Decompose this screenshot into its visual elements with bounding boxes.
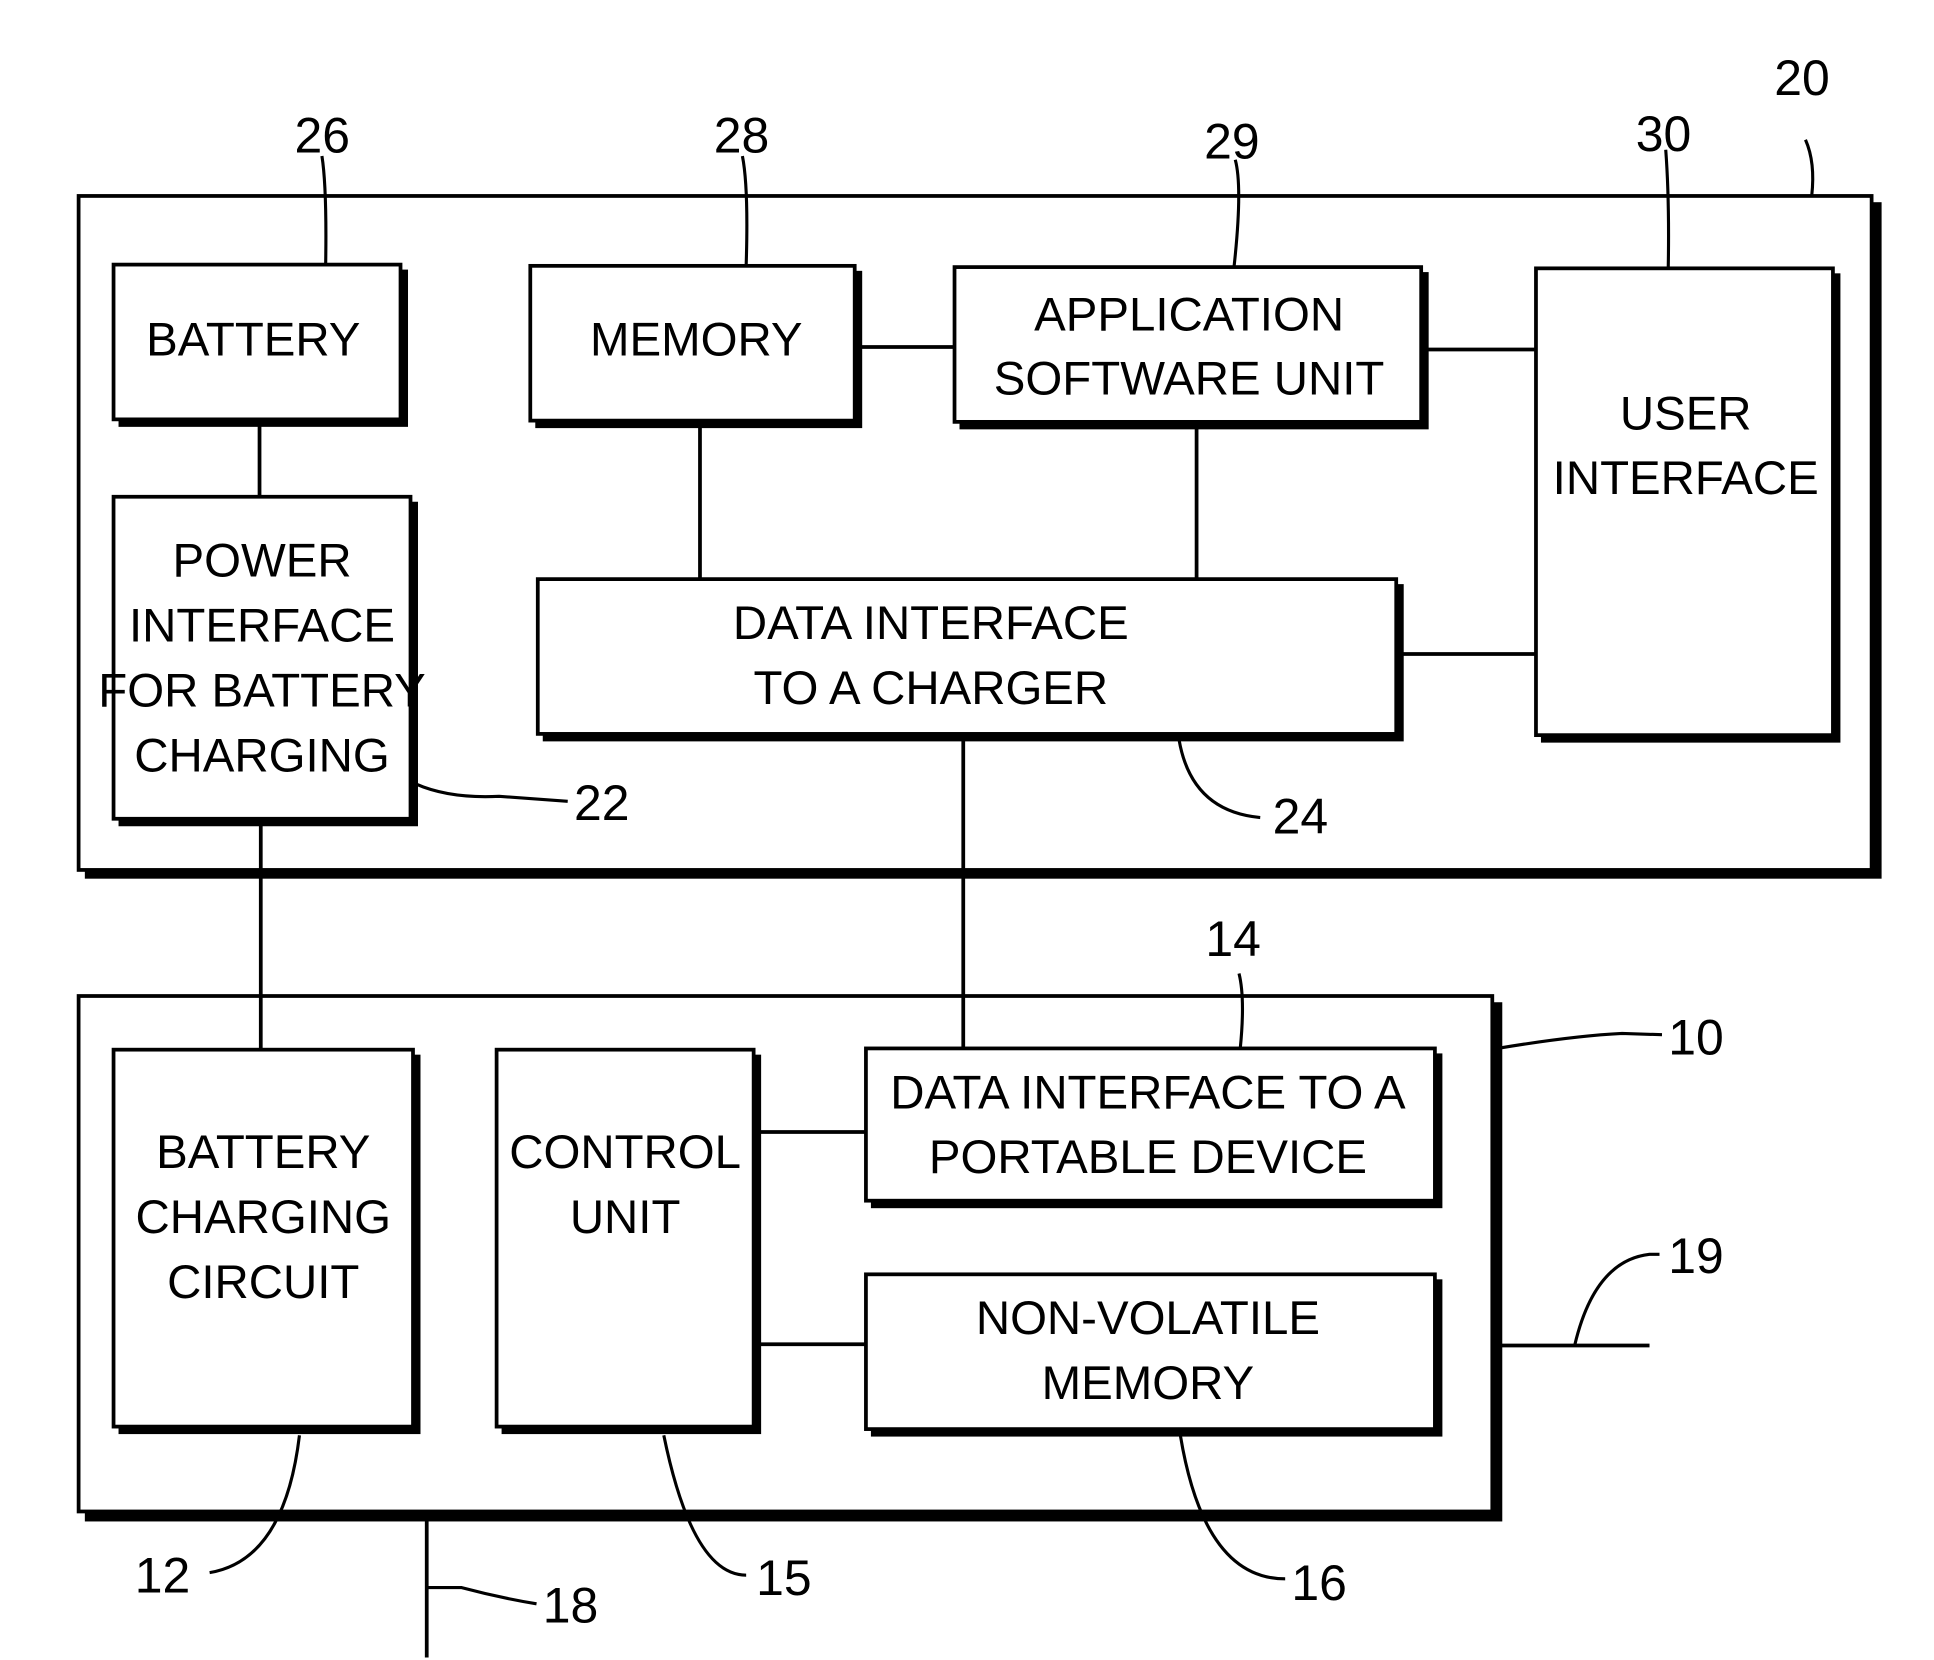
ref-19: 19 [1668, 1228, 1724, 1284]
power-interface-label-2: INTERFACE [129, 600, 395, 653]
battery-charging-circuit-label-1: BATTERY [156, 1126, 370, 1179]
leader-19 [1573, 1252, 1660, 1346]
user-interface-label-1: USER [1620, 387, 1752, 440]
control-unit-block: CONTROL UNIT [494, 1047, 762, 1435]
data-interface-portable-label-2: PORTABLE DEVICE [929, 1131, 1367, 1184]
ref-10: 10 [1668, 1010, 1724, 1066]
data-interface-portable-label-1: DATA INTERFACE TO A [890, 1066, 1406, 1119]
app-software-label-2: SOFTWARE UNIT [994, 352, 1385, 405]
non-volatile-memory-block: NON-VOLATILE MEMORY [864, 1272, 1443, 1437]
data-interface-portable-block: DATA INTERFACE TO A PORTABLE DEVICE [864, 1046, 1443, 1209]
ref-22: 22 [574, 775, 630, 831]
user-interface-block: USER INTERFACE [1534, 266, 1841, 743]
ref-26: 26 [294, 107, 350, 163]
leader-10 [1497, 1031, 1663, 1050]
non-volatile-memory-label-1: NON-VOLATILE [976, 1292, 1320, 1345]
leader-18 [426, 1586, 537, 1606]
battery-charging-circuit-label-3: CIRCUIT [167, 1256, 359, 1309]
memory-block: MEMORY [528, 263, 863, 429]
power-interface-label-3: FOR BATTERY [98, 664, 425, 717]
battery-label: BATTERY [146, 314, 360, 367]
control-unit-label-1: CONTROL [509, 1126, 741, 1179]
memory-label: MEMORY [590, 314, 802, 367]
battery-charging-circuit-label-2: CHARGING [136, 1191, 391, 1244]
control-unit-label-2: UNIT [570, 1191, 681, 1244]
data-interface-charger-block: DATA INTERFACE TO A CHARGER [535, 577, 1404, 742]
ref-14: 14 [1205, 911, 1261, 967]
ref-15: 15 [756, 1550, 812, 1606]
ref-24: 24 [1273, 789, 1329, 845]
app-software-label-1: APPLICATION [1034, 289, 1344, 342]
app-software-block: APPLICATION SOFTWARE UNIT [952, 265, 1429, 430]
power-interface-label-4: CHARGING [134, 729, 389, 782]
leader-20 [1804, 139, 1815, 197]
power-interface-block: POWER INTERFACE FOR BATTERY CHARGING [98, 494, 426, 827]
user-interface-label-2: INTERFACE [1553, 452, 1819, 505]
power-interface-label-1: POWER [172, 535, 351, 588]
data-interface-charger-label-2: TO A CHARGER [753, 662, 1108, 715]
non-volatile-memory-label-2: MEMORY [1042, 1357, 1254, 1410]
ref-12: 12 [135, 1548, 191, 1604]
ref-16: 16 [1291, 1555, 1347, 1611]
block-diagram: BATTERY MEMORY APPLICATION SOFTWARE UNIT… [76, 50, 1882, 1658]
battery-charging-circuit-block: BATTERY CHARGING CIRCUIT [111, 1047, 421, 1435]
ref-18: 18 [543, 1578, 599, 1634]
battery-block: BATTERY [111, 262, 409, 427]
ref-20: 20 [1774, 50, 1830, 106]
ref-28: 28 [714, 107, 770, 163]
data-interface-charger-label-1: DATA INTERFACE [733, 597, 1129, 650]
ref-30: 30 [1636, 106, 1692, 162]
ref-29: 29 [1204, 114, 1260, 170]
